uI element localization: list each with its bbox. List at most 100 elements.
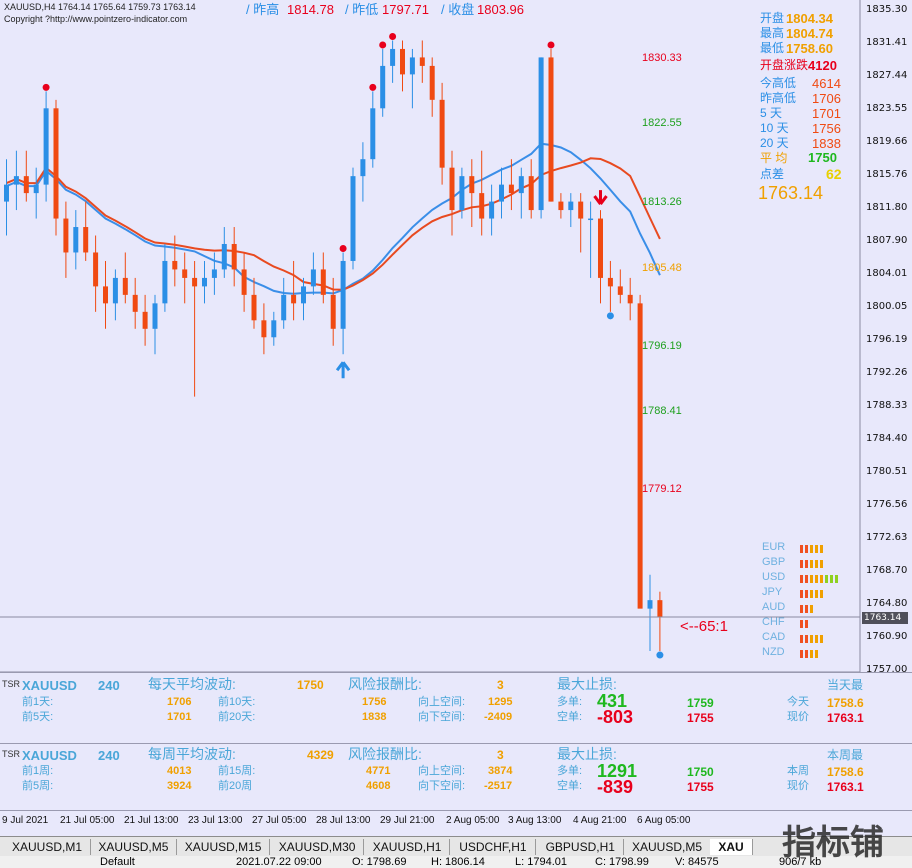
tsr-weekly-panel: TSR XAUUSD 240 每周平均波动: 4329 风险报酬比: 3 最大止… bbox=[0, 744, 864, 810]
panel1-avg: 1750 bbox=[297, 678, 324, 692]
candle bbox=[469, 159, 475, 228]
strength-bar bbox=[810, 545, 813, 553]
chart-tab[interactable]: GBPUSD,H1 bbox=[538, 839, 624, 855]
candle bbox=[33, 167, 39, 219]
candle bbox=[350, 167, 356, 270]
d20-value: 1838 bbox=[812, 136, 841, 151]
strength-bar bbox=[815, 650, 818, 658]
strength-bar bbox=[805, 605, 808, 613]
candle bbox=[568, 193, 574, 228]
panel2-p20: 4608 bbox=[366, 780, 391, 792]
avg-label: 平 均 bbox=[760, 151, 788, 165]
panel1-up-label: 向上空间: bbox=[418, 696, 466, 708]
candle-body bbox=[231, 243, 237, 270]
panel2-p5: 3924 bbox=[167, 780, 192, 792]
panel2-right-title: 本周最 bbox=[827, 748, 864, 762]
panel1-long-price: 1759 bbox=[687, 696, 714, 710]
candle-body bbox=[202, 277, 207, 287]
candle bbox=[291, 260, 297, 321]
candle bbox=[152, 294, 158, 355]
candle bbox=[192, 260, 198, 397]
strength-bar bbox=[800, 605, 803, 613]
close-label: / 收盘 bbox=[441, 2, 475, 17]
candle bbox=[499, 167, 504, 219]
chart-tab[interactable]: XAUUSD,M30 bbox=[271, 839, 365, 855]
price-axis-label: 1819.66 bbox=[866, 136, 908, 147]
candle-body bbox=[508, 184, 514, 194]
chart-tab[interactable]: XAUUSD,H1 bbox=[365, 839, 451, 855]
candle bbox=[83, 201, 89, 261]
candle-body bbox=[53, 108, 59, 219]
strength-bar bbox=[805, 560, 808, 568]
candle-body bbox=[281, 294, 287, 321]
chart-tab[interactable]: XAU bbox=[710, 839, 753, 855]
prev-high-value: 1814.78 bbox=[287, 2, 334, 17]
candle-body bbox=[211, 269, 217, 278]
strength-bar bbox=[835, 575, 838, 583]
candle bbox=[647, 574, 653, 652]
prev-range-value: 1706 bbox=[812, 91, 841, 106]
candle bbox=[617, 269, 623, 304]
low-label: 最低 bbox=[760, 41, 785, 55]
candle-body bbox=[73, 227, 79, 253]
candle bbox=[528, 159, 534, 219]
panel1-p5: 1701 bbox=[167, 711, 192, 723]
time-axis-label: 29 Jul 21:00 bbox=[380, 815, 435, 826]
panel1-up: 1295 bbox=[488, 696, 513, 708]
candle bbox=[261, 303, 267, 355]
fractal-high-marker bbox=[389, 32, 397, 40]
candle-body bbox=[489, 201, 495, 219]
price-axis-label: 1804.01 bbox=[866, 268, 908, 279]
strength-bar bbox=[825, 575, 828, 583]
level-label: 1796.19 bbox=[642, 340, 682, 352]
panel2-long-price: 1750 bbox=[687, 765, 714, 779]
price-axis-label: 1772.63 bbox=[866, 532, 908, 543]
level-label: 1813.26 bbox=[642, 196, 682, 208]
strength-bar bbox=[800, 650, 803, 658]
panel2-p5-label: 前5周: bbox=[22, 780, 54, 792]
candle bbox=[112, 269, 118, 321]
prev-range-label: 昨高低 bbox=[760, 91, 797, 105]
panel1-p1-label: 前1天: bbox=[22, 696, 54, 708]
open-label: 开盘 bbox=[760, 11, 785, 25]
strength-bar bbox=[805, 545, 808, 553]
price-axis-label: 1823.55 bbox=[866, 103, 908, 114]
chart-tab[interactable]: XAUUSD,M5 bbox=[624, 839, 712, 855]
candle bbox=[301, 277, 306, 321]
time-axis-label: 6 Aug 05:00 bbox=[637, 815, 691, 826]
fractal-high-marker bbox=[42, 83, 50, 91]
candle-body bbox=[607, 277, 613, 287]
candle-body bbox=[469, 176, 475, 194]
panel2-now-val: 1763.1 bbox=[827, 780, 864, 794]
level-label: 1779.12 bbox=[642, 483, 682, 495]
candle bbox=[320, 252, 326, 304]
price-axis-label: 1800.05 bbox=[866, 301, 908, 312]
panel1-today-label: 今天 bbox=[787, 696, 809, 708]
candle bbox=[221, 227, 227, 278]
chart-tab[interactable]: XAUUSD,M5 bbox=[90, 839, 178, 855]
candle-body bbox=[409, 57, 415, 75]
candle-body bbox=[499, 184, 504, 202]
fractal-high-marker bbox=[369, 83, 377, 91]
candle-body bbox=[122, 277, 128, 295]
strength-bar bbox=[815, 590, 818, 598]
candle bbox=[449, 150, 455, 236]
currency-label: CHF bbox=[762, 616, 785, 628]
candle-body bbox=[241, 269, 247, 295]
time-axis-label: 2 Aug 05:00 bbox=[446, 815, 500, 826]
fractal-high-marker bbox=[339, 244, 347, 252]
candle-body bbox=[400, 48, 405, 75]
panel2-p1: 4013 bbox=[167, 765, 192, 777]
candle-body bbox=[350, 176, 356, 261]
candle-body bbox=[4, 184, 9, 202]
price-axis-label: 1784.40 bbox=[866, 433, 908, 444]
panel2-short: -839 bbox=[597, 777, 634, 797]
chart-tab[interactable]: XAUUSD,M15 bbox=[177, 839, 271, 855]
chart-tab[interactable]: USDCHF,H1 bbox=[451, 839, 536, 855]
close-value: 1803.96 bbox=[477, 2, 524, 17]
candle-body bbox=[548, 57, 554, 202]
panel1-down: -2409 bbox=[484, 711, 513, 723]
candle bbox=[132, 277, 138, 329]
chart-tab[interactable]: XAUUSD,M1 bbox=[4, 839, 92, 855]
spread-value: 62 bbox=[826, 166, 842, 182]
